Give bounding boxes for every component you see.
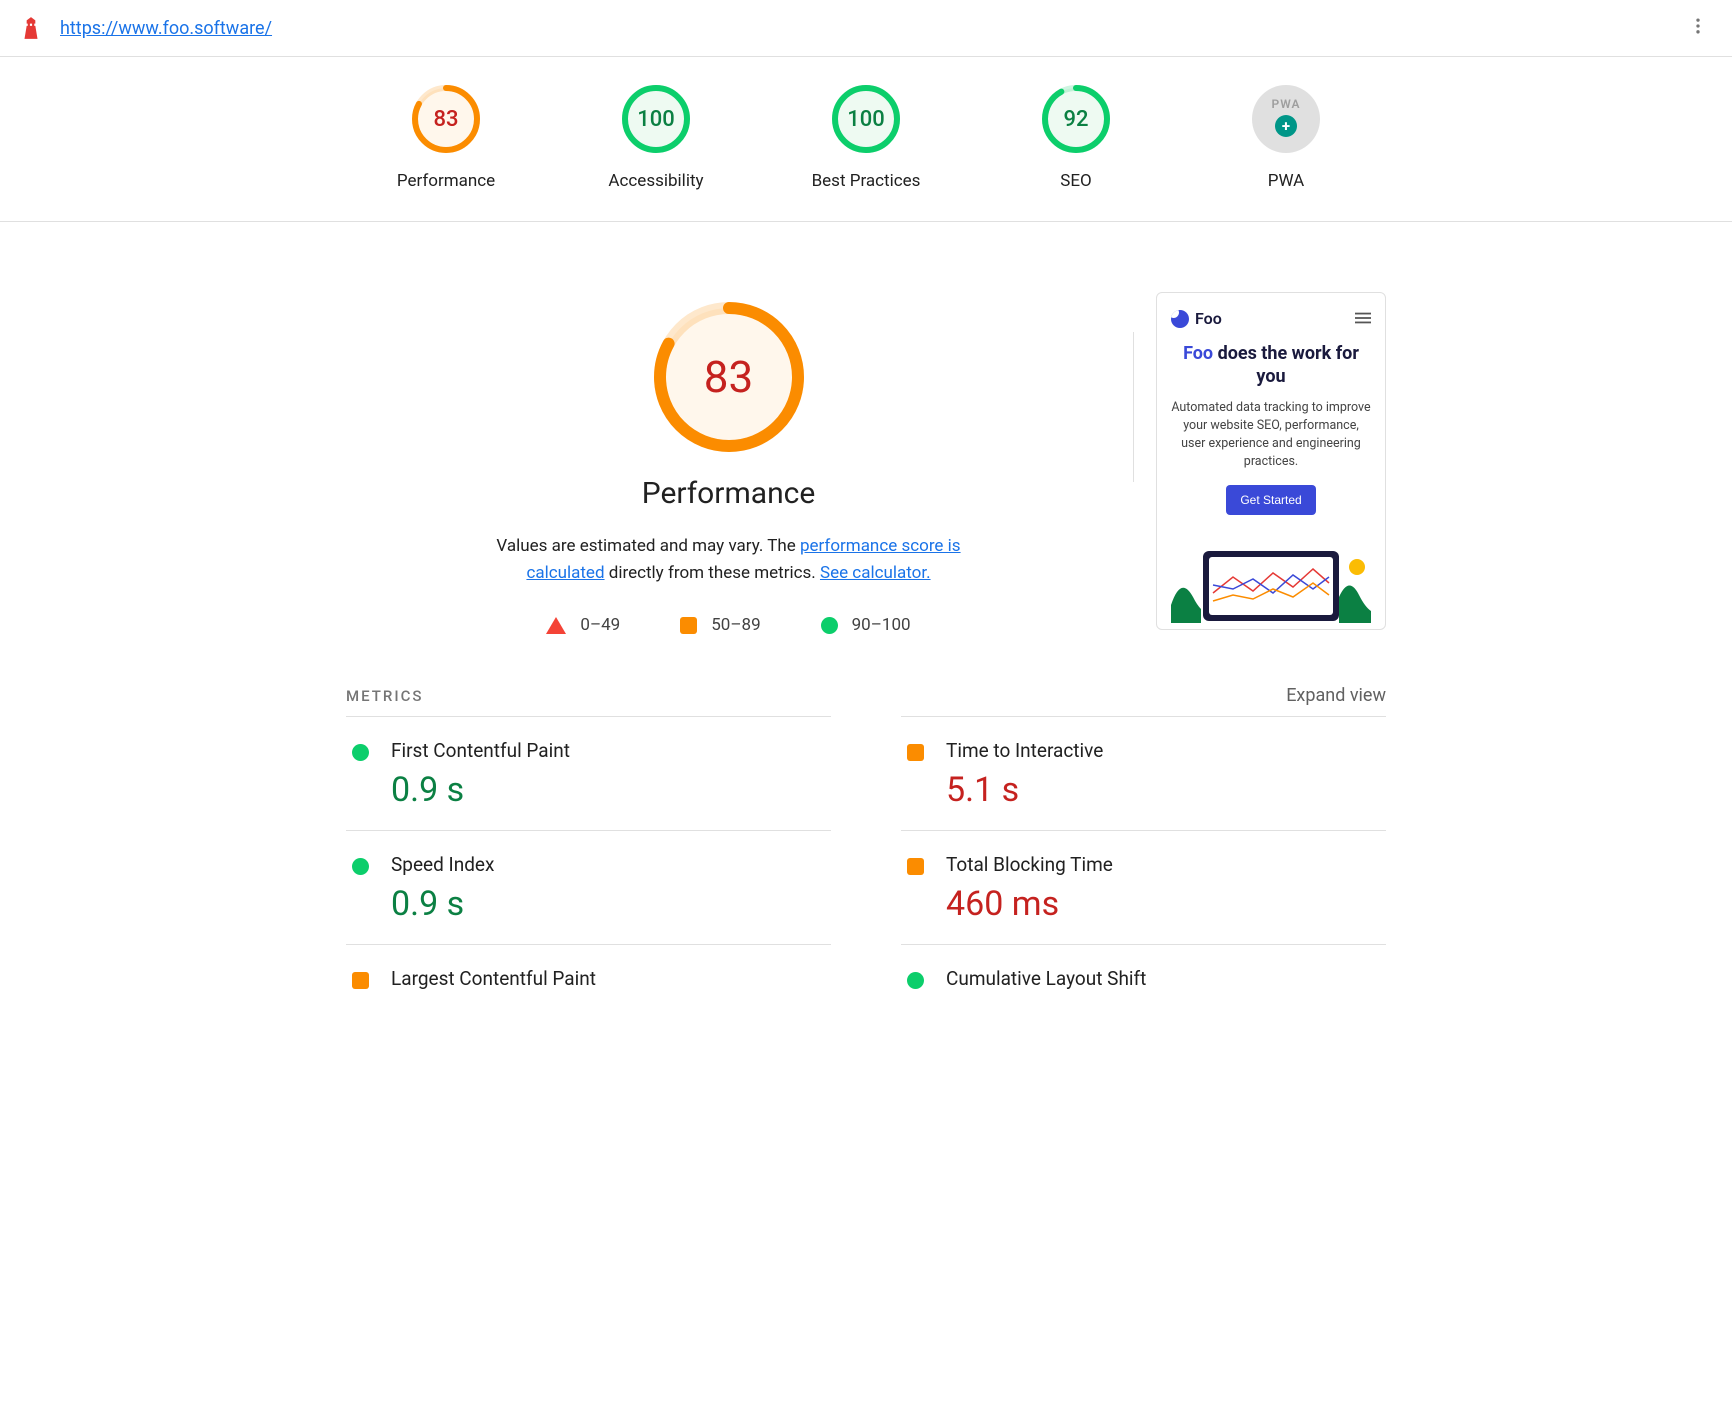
preview-logo: Foo [1171,309,1222,328]
gauge-label: Accessibility [608,171,703,191]
gauge-accessibility[interactable]: 100 Accessibility [591,85,721,191]
gauge-score: 83 [412,85,480,153]
metric-status-icon [907,744,924,761]
preview-illustration [1171,533,1371,623]
metric-name: Cumulative Layout Shift [946,967,1146,990]
gauge-pwa[interactable]: PWA+ PWA [1221,85,1351,191]
metric-item: Total Blocking Time 460 ms [901,830,1386,944]
gauge-label: Performance [397,171,495,191]
legend-circ-icon [821,617,838,634]
legend-item: 0–49 [546,615,620,635]
lighthouse-icon [18,15,44,41]
pwa-badge-icon: PWA+ [1252,85,1320,153]
metrics-grid: First Contentful Paint 0.9 s Time to Inter… [346,716,1386,1018]
metric-name: Time to Interactive [946,739,1103,762]
metric-status-icon [907,972,924,989]
metric-name: Total Blocking Time [946,853,1113,876]
metrics-header: METRICS Expand view [346,685,1386,710]
preview-subtitle: Automated data tracking to improve your … [1171,399,1371,472]
score-legend: 0–49 50–89 90–100 [546,615,910,635]
gauge-label: PWA [1268,171,1305,191]
preview-headline: Foo does the work for you [1171,342,1371,389]
category-gauges-row: 83 Performance 100 Accessibility 100 Best Pra… [0,57,1732,222]
tested-url-link[interactable]: https://www.foo.software/ [60,18,272,39]
gauge-score: 92 [1042,85,1110,153]
metric-status-icon [352,972,369,989]
vertical-divider [1133,332,1134,482]
metric-status-icon [352,858,369,875]
legend-tri-icon [546,617,566,634]
gauge-seo[interactable]: 92 SEO [1011,85,1141,191]
preview-cta-button[interactable]: Get Started [1226,485,1315,515]
topbar: https://www.foo.software/ [0,0,1732,57]
gauge-score: 100 [622,85,690,153]
gauge-label: SEO [1060,171,1091,191]
performance-summary: 83 Performance Values are estimated and … [346,292,1386,635]
metrics-title: METRICS [346,687,423,705]
metric-item: First Contentful Paint 0.9 s [346,716,831,830]
metric-value: 460 ms [946,884,1113,924]
gauge-score: 100 [832,85,900,153]
metric-status-icon [352,744,369,761]
metric-name: Largest Contentful Paint [391,967,596,990]
preview-menu-icon [1355,309,1371,328]
metric-name: Speed Index [391,853,494,876]
topbar-menu-button[interactable] [1682,10,1714,46]
metric-value: 0.9 s [391,884,494,924]
legend-item: 50–89 [680,615,760,635]
metric-value: 5.1 s [946,770,1103,810]
gauge-performance[interactable]: 83 Performance [381,85,511,191]
legend-sq-icon [680,617,697,634]
performance-title: Performance [642,476,816,511]
gauge-label: Best Practices [812,171,921,191]
metric-value: 0.9 s [391,770,570,810]
gauge-best-practices[interactable]: 100 Best Practices [801,85,931,191]
performance-big-score: 83 [654,302,804,452]
preview-logo-icon [1171,310,1189,328]
pwa-plus-icon: + [1275,115,1297,137]
performance-description: Values are estimated and may vary. The p… [489,533,969,587]
see-calculator-link[interactable]: See calculator. [820,563,931,583]
metric-name: First Contentful Paint [391,739,570,762]
legend-item: 90–100 [821,615,911,635]
metric-item: Largest Contentful Paint [346,944,831,1018]
metric-item: Cumulative Layout Shift [901,944,1386,1018]
metric-item: Speed Index 0.9 s [346,830,831,944]
kebab-menu-icon [1688,16,1708,36]
metric-item: Time to Interactive 5.1 s [901,716,1386,830]
site-preview-card: Foo Foo does the work for you Automated … [1156,292,1386,630]
metric-status-icon [907,858,924,875]
performance-big-gauge: 83 [654,302,804,452]
expand-view-button[interactable]: Expand view [1286,685,1386,706]
